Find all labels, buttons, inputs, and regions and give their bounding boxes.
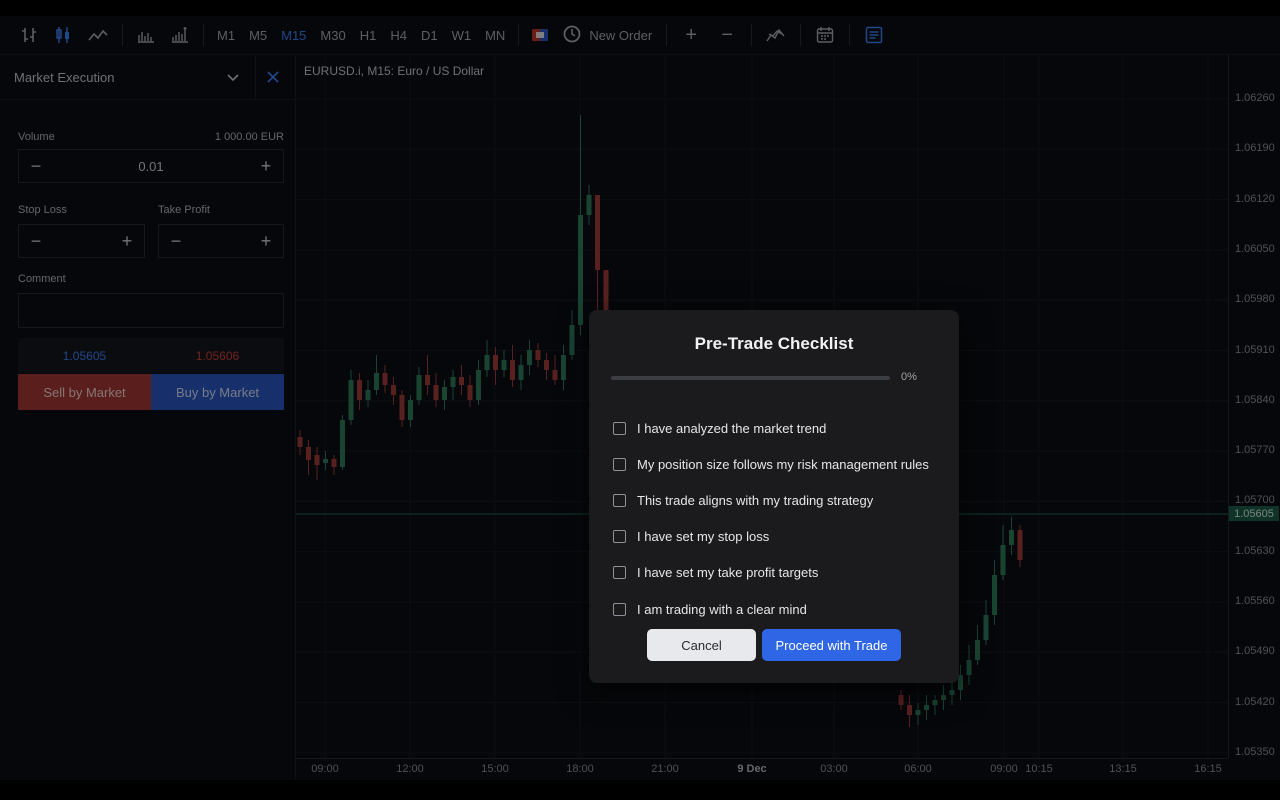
dialog-title: Pre-Trade Checklist bbox=[694, 334, 854, 353]
checkbox[interactable] bbox=[613, 566, 626, 580]
checklist: I have analyzed the market trend My posi… bbox=[613, 410, 953, 627]
checklist-item-label: This trade aligns with my trading strate… bbox=[637, 492, 874, 508]
checklist-item-label: My position size follows my risk managem… bbox=[637, 456, 929, 472]
checkbox[interactable] bbox=[613, 493, 626, 507]
checklist-item[interactable]: I am trading with a clear mind bbox=[613, 591, 953, 627]
checklist-item[interactable]: I have set my take profit targets bbox=[613, 555, 953, 591]
checkbox[interactable] bbox=[613, 530, 626, 544]
checklist-item[interactable]: I have set my stop loss bbox=[613, 519, 953, 555]
progress-label: 0% bbox=[901, 371, 917, 383]
checklist-item-label: I have set my take profit targets bbox=[637, 565, 819, 581]
proceed-button[interactable]: Proceed with Trade bbox=[762, 629, 901, 661]
checklist-item-label: I have set my stop loss bbox=[637, 529, 770, 545]
checklist-item-label: I have analyzed the market trend bbox=[637, 420, 827, 436]
progress-bar bbox=[611, 376, 890, 380]
checklist-item[interactable]: I have analyzed the market trend bbox=[613, 410, 953, 446]
checkbox[interactable] bbox=[613, 421, 626, 435]
checkbox[interactable] bbox=[613, 602, 626, 616]
checkbox[interactable] bbox=[613, 457, 626, 471]
checklist-item[interactable]: This trade aligns with my trading strate… bbox=[613, 482, 953, 518]
checklist-item-label: I am trading with a clear mind bbox=[637, 601, 807, 617]
cancel-button[interactable]: Cancel bbox=[647, 629, 756, 661]
pre-trade-checklist-dialog: Pre-Trade Checklist 0% I have analyzed t… bbox=[589, 310, 959, 683]
checklist-item[interactable]: My position size follows my risk managem… bbox=[613, 446, 953, 482]
